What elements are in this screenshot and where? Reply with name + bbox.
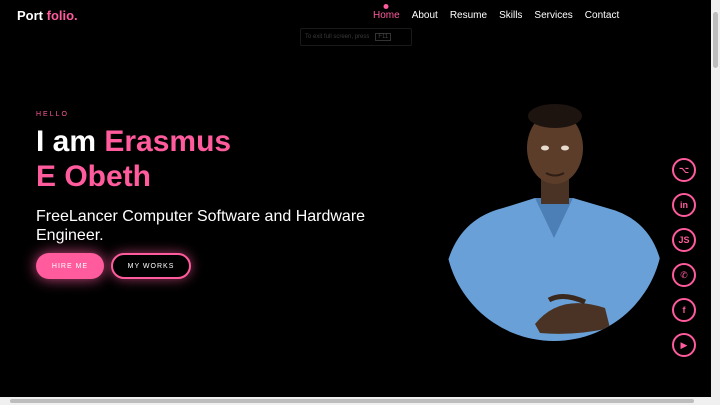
nav-contact[interactable]: Contact: [585, 10, 619, 21]
vertical-scroll-thumb[interactable]: [713, 12, 718, 68]
logo-text: Port: [17, 8, 43, 23]
javascript-icon[interactable]: JS: [672, 228, 696, 252]
vertical-scrollbar[interactable]: [711, 0, 720, 397]
logo-accent: folio.: [43, 8, 78, 23]
facebook-icon[interactable]: f: [672, 298, 696, 322]
linkedin-icon[interactable]: in: [672, 193, 696, 217]
hero-intro: I am: [36, 125, 97, 158]
logo[interactable]: Port folio.: [17, 8, 78, 23]
toast-key: F11: [375, 33, 392, 41]
github-icon[interactable]: ⌥: [672, 158, 696, 182]
hire-me-button[interactable]: HIRE ME: [36, 253, 104, 279]
toast-text: To exit full screen, press: [305, 34, 370, 40]
whatsapp-icon[interactable]: ✆: [672, 263, 696, 287]
nav-skills[interactable]: Skills: [499, 10, 522, 21]
youtube-icon[interactable]: ▶: [672, 333, 696, 357]
hero-name-first: Erasmus: [104, 125, 232, 158]
profile-photo: [445, 98, 663, 341]
nav-services[interactable]: Services: [534, 10, 572, 21]
nav-home[interactable]: Home: [373, 10, 400, 21]
horizontal-scroll-thumb[interactable]: [10, 399, 694, 403]
hero-name-last: E Obeth: [36, 160, 152, 193]
horizontal-scrollbar[interactable]: [0, 397, 720, 405]
social-links: ⌥ in JS ✆ f ▶: [672, 158, 696, 357]
my-works-button[interactable]: MY WORKS: [111, 253, 191, 279]
main-nav: Home About Resume Skills Services Contac…: [373, 10, 619, 21]
hello-label: HELLO: [36, 111, 69, 118]
nav-resume[interactable]: Resume: [450, 10, 487, 21]
fullscreen-toast: To exit full screen, press F11: [300, 28, 412, 46]
hero-tagline: FreeLancer Computer Software and Hardwar…: [36, 208, 366, 244]
hero-headline: I am Erasmus E Obeth: [36, 124, 231, 194]
nav-about[interactable]: About: [412, 10, 438, 21]
profile-photo-illustration: [445, 104, 663, 341]
